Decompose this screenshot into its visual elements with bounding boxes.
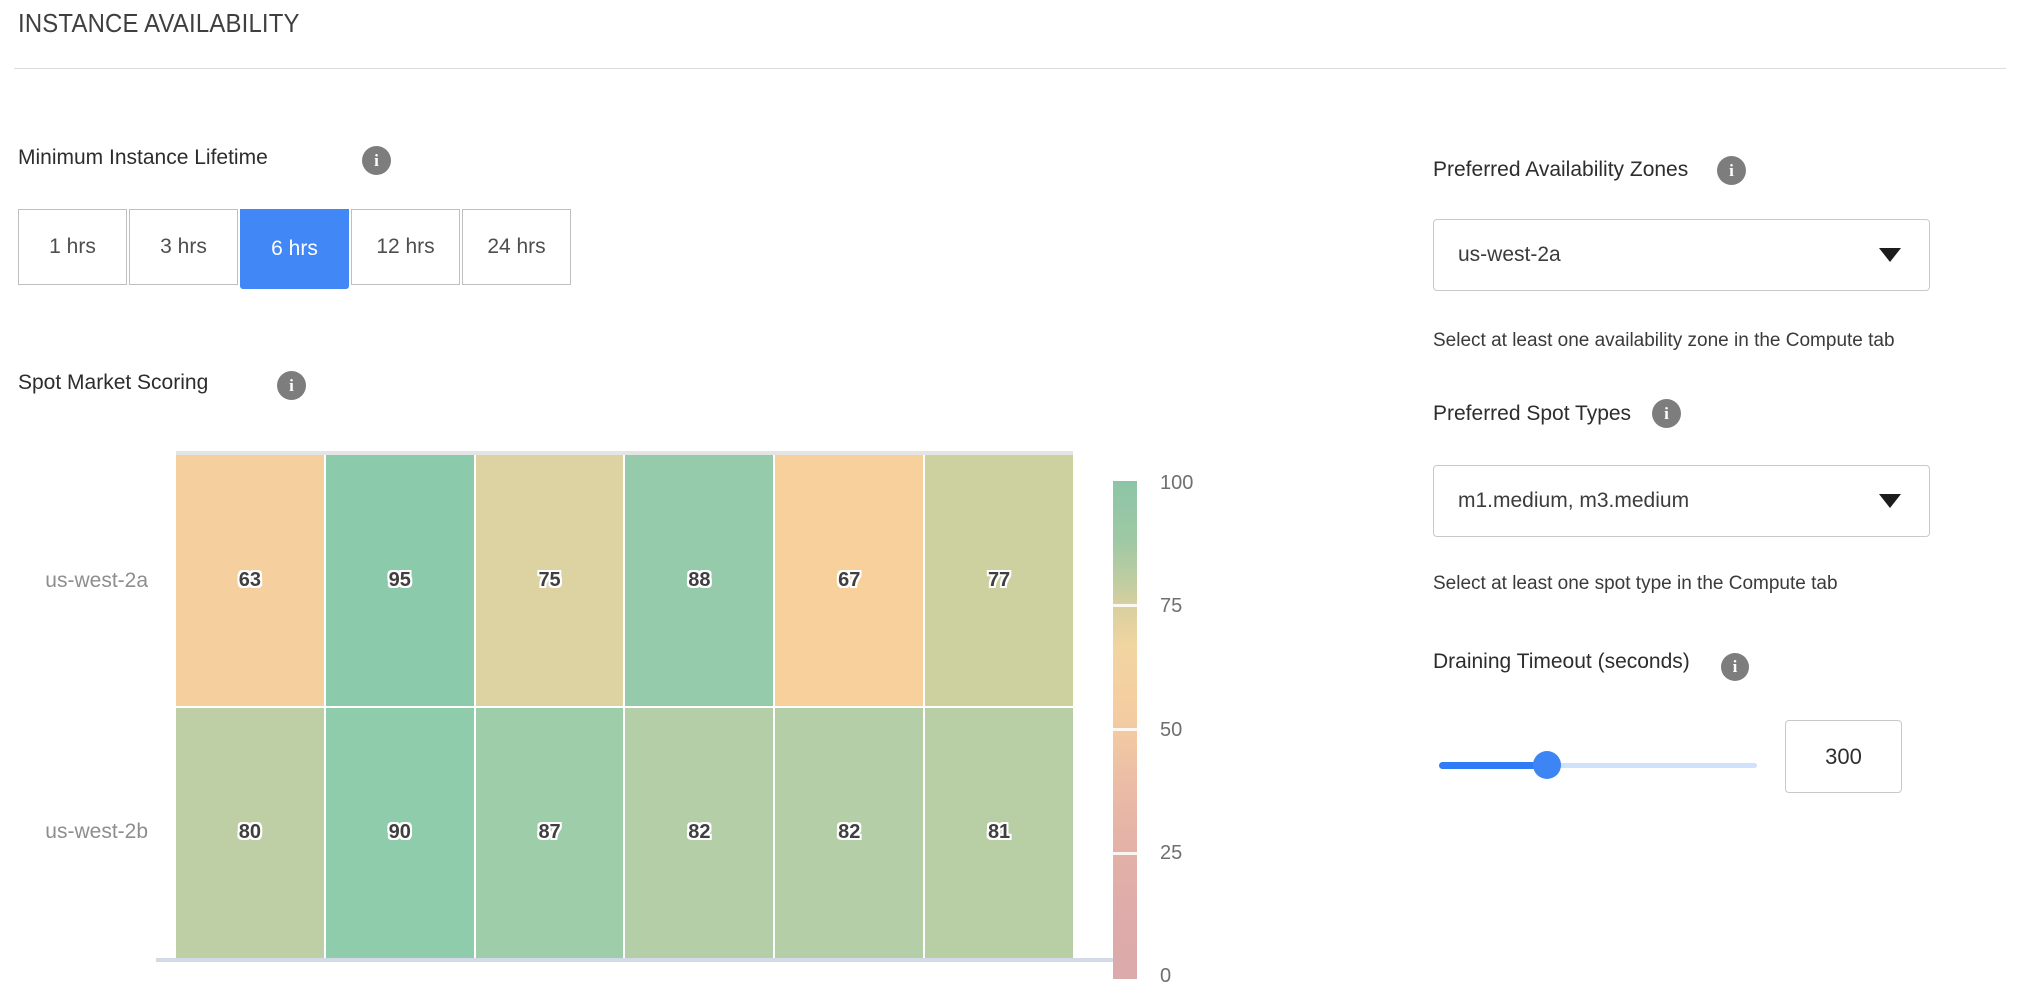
lifetime-option-24-hrs[interactable]: 24 hrs	[462, 209, 571, 285]
spot-types-value: m1.medium, m3.medium	[1458, 489, 1879, 513]
colorbar-tick-50: 50	[1160, 719, 1182, 742]
draining-timeout-input[interactable]: 300	[1785, 720, 1902, 793]
colorbar-tick-0: 0	[1160, 965, 1171, 982]
heatmap-bottom-border	[156, 958, 1132, 962]
info-icon[interactable]: i	[1652, 399, 1681, 428]
colorbar-separator	[1113, 604, 1137, 607]
heatmap-cell-r0c3[interactable]: 88	[625, 455, 773, 706]
info-icon[interactable]: i	[362, 146, 391, 175]
heatmap-cell-r1c2[interactable]: 87	[476, 708, 624, 959]
heatmap-cell-value: 90	[389, 821, 411, 844]
heatmap-cell-value: 81	[988, 821, 1010, 844]
colorbar-separator	[1113, 728, 1137, 731]
lifetime-option-3-hrs[interactable]: 3 hrs	[129, 209, 238, 285]
heatmap-cell-value: 77	[988, 569, 1010, 592]
preferred-spot-types-label: Preferred Spot Types	[1433, 402, 1631, 426]
heatmap-cell-r1c0[interactable]: 80	[176, 708, 324, 959]
heatmap-cell-value: 95	[389, 569, 411, 592]
heatmap-cell-r0c0[interactable]: 63	[176, 455, 324, 706]
heatmap-row-label-us-west-2b: us-west-2b	[18, 820, 148, 844]
lifetime-button-group: 1 hrs3 hrs6 hrs12 hrs24 hrs	[18, 209, 571, 289]
colorbar-tick-100: 100	[1160, 472, 1193, 495]
heatmap-cell-value: 80	[239, 821, 261, 844]
spot-market-scoring-label: Spot Market Scoring	[18, 371, 208, 395]
heatmap-cell-r0c2[interactable]: 75	[476, 455, 624, 706]
minimum-instance-lifetime-label: Minimum Instance Lifetime	[18, 146, 268, 170]
heatmap-cell-value: 63	[239, 569, 261, 592]
lifetime-option-12-hrs[interactable]: 12 hrs	[351, 209, 460, 285]
header-divider	[14, 68, 2006, 69]
availability-zones-dropdown[interactable]: us-west-2a	[1433, 219, 1930, 291]
lifetime-option-1-hrs[interactable]: 1 hrs	[18, 209, 127, 285]
slider-fill	[1439, 762, 1547, 769]
heatmap-cell-value: 88	[688, 569, 710, 592]
preferred-availability-zones-label: Preferred Availability Zones	[1433, 158, 1688, 182]
info-icon[interactable]: i	[1721, 653, 1749, 681]
heatmap-row-label-us-west-2a: us-west-2a	[18, 569, 148, 593]
info-icon[interactable]: i	[277, 371, 306, 400]
availability-zones-hint: Select at least one availability zone in…	[1433, 330, 1895, 352]
heatmap-grid: 63 95 75 88 67 77 80 90 87 82 82 81	[176, 455, 1073, 958]
spot-types-dropdown[interactable]: m1.medium, m3.medium	[1433, 465, 1930, 537]
heatmap-cell-r1c1[interactable]: 90	[326, 708, 474, 959]
heatmap-cell-r1c4[interactable]: 82	[775, 708, 923, 959]
lifetime-option-6-hrs[interactable]: 6 hrs	[240, 209, 349, 289]
colorbar-tick-25: 25	[1160, 842, 1182, 865]
slider-thumb[interactable]	[1533, 751, 1561, 779]
heatmap-cell-value: 75	[538, 569, 560, 592]
draining-timeout-label: Draining Timeout (seconds)	[1433, 650, 1690, 674]
spot-types-hint: Select at least one spot type in the Com…	[1433, 573, 1838, 595]
heatmap-cell-r0c1[interactable]: 95	[326, 455, 474, 706]
colorbar-separator	[1113, 852, 1137, 855]
chevron-down-icon	[1879, 248, 1901, 262]
heatmap-cell-value: 82	[688, 821, 710, 844]
heatmap-cell-r0c4[interactable]: 67	[775, 455, 923, 706]
chevron-down-icon	[1879, 494, 1901, 508]
colorbar-tick-75: 75	[1160, 595, 1182, 618]
page-title: INSTANCE AVAILABILITY	[18, 8, 300, 39]
heatmap-cell-value: 67	[838, 569, 860, 592]
heatmap-cell-value: 87	[538, 821, 560, 844]
draining-timeout-slider[interactable]	[1439, 751, 1757, 779]
heatmap-cell-value: 82	[838, 821, 860, 844]
heatmap-cell-r1c3[interactable]: 82	[625, 708, 773, 959]
info-icon[interactable]: i	[1717, 156, 1746, 185]
heatmap-cell-r0c5[interactable]: 77	[925, 455, 1073, 706]
availability-zones-value: us-west-2a	[1458, 243, 1879, 267]
heatmap-cell-r1c5[interactable]: 81	[925, 708, 1073, 959]
